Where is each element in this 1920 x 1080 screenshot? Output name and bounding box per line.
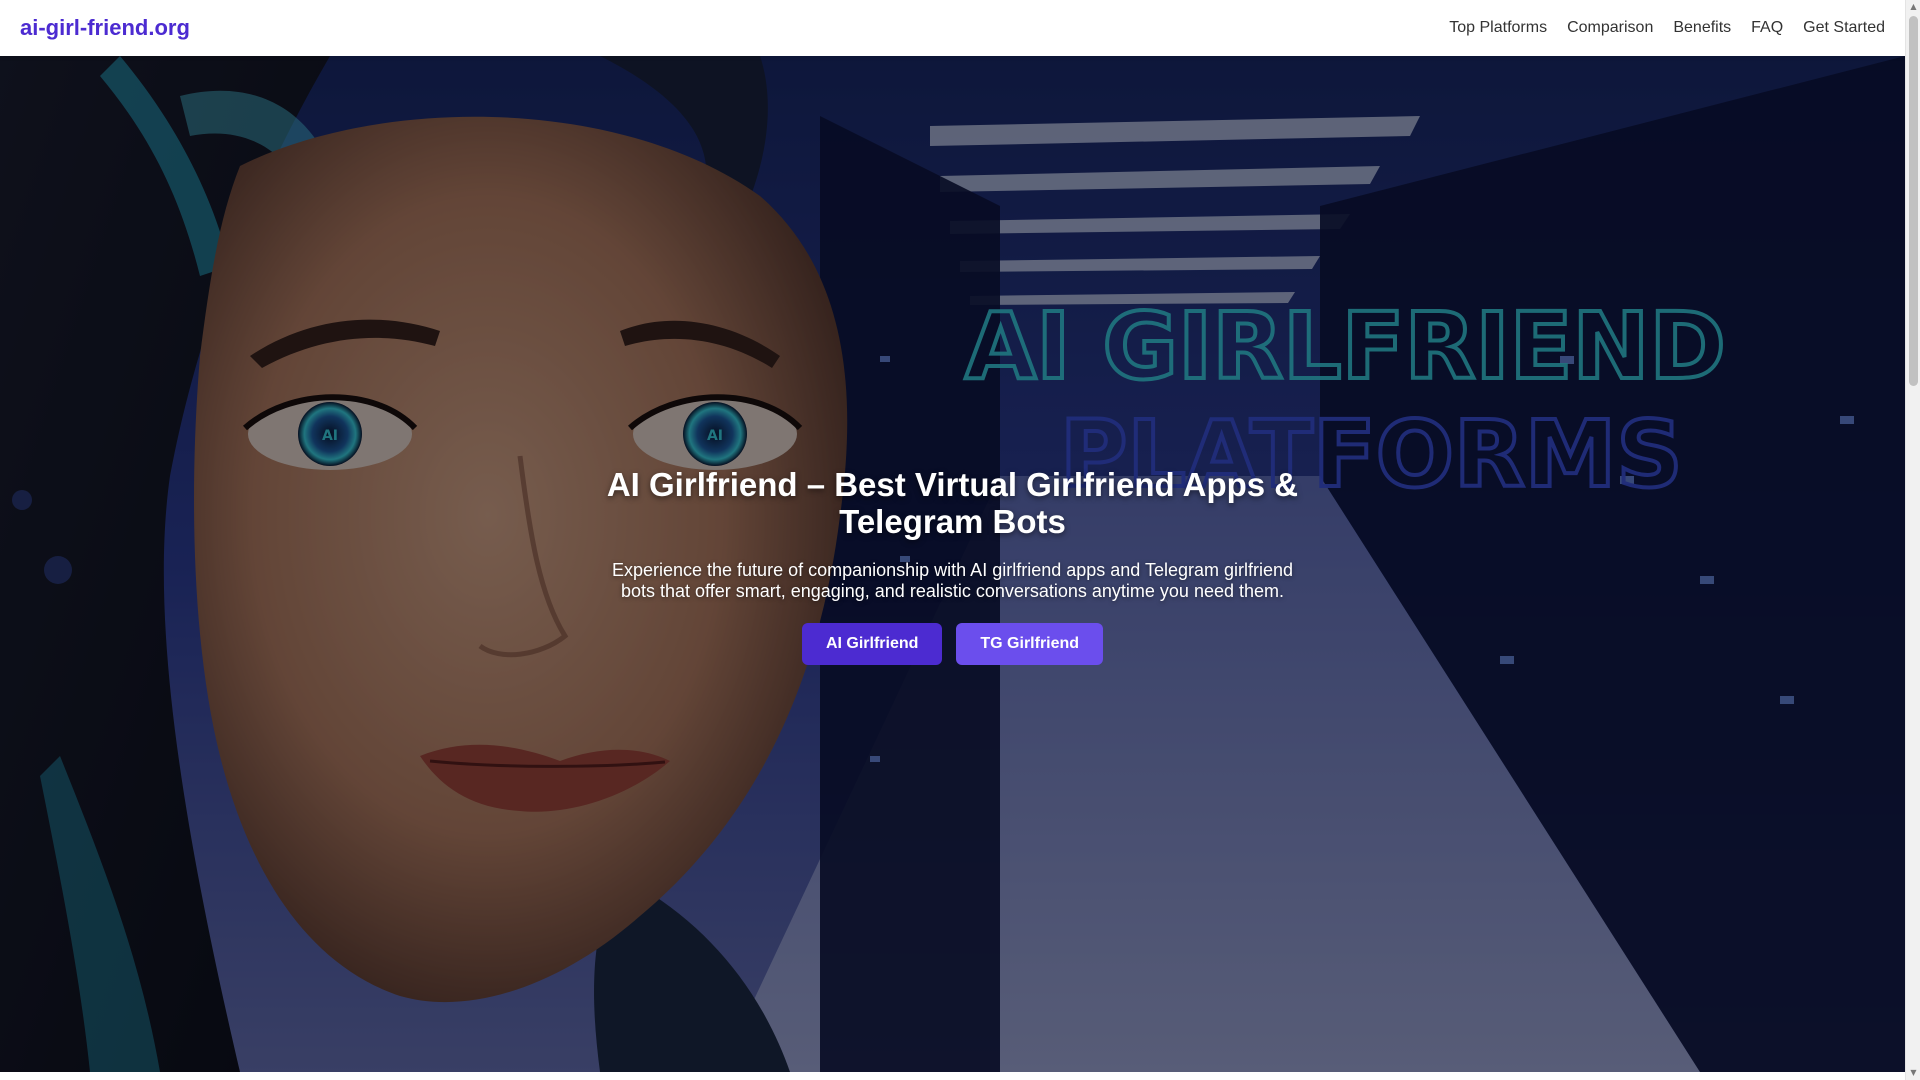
page: ai-girl-friend.org Top Platforms Compari… xyxy=(0,0,1905,1080)
hero-section: AI GIRLFRIEND PLATFORMS AI AI AI Girlfri… xyxy=(0,56,1905,1072)
nav-link-get-started[interactable]: Get Started xyxy=(1803,19,1885,37)
chevron-down-icon[interactable]: ▼ xyxy=(1906,1066,1920,1080)
vertical-scrollbar[interactable]: ▲ ▼ xyxy=(1905,0,1920,1080)
site-logo-link[interactable]: ai-girl-friend.org xyxy=(20,15,190,41)
site-header: ai-girl-friend.org Top Platforms Compari… xyxy=(0,0,1905,56)
hero-subtitle: Experience the future of companionship w… xyxy=(611,560,1294,601)
nav-link-top-platforms[interactable]: Top Platforms xyxy=(1449,19,1547,37)
main-nav: Top Platforms Comparison Benefits FAQ Ge… xyxy=(1449,19,1885,37)
nav-link-benefits[interactable]: Benefits xyxy=(1673,19,1731,37)
hero-content: AI Girlfriend – Best Virtual Girlfriend … xyxy=(0,466,1905,665)
nav-link-comparison[interactable]: Comparison xyxy=(1567,19,1653,37)
hero-button-group: AI Girlfriend TG Girlfriend xyxy=(801,623,1104,665)
hero-title: AI Girlfriend – Best Virtual Girlfriend … xyxy=(606,466,1299,540)
ai-girlfriend-button[interactable]: AI Girlfriend xyxy=(801,623,943,665)
nav-link-faq[interactable]: FAQ xyxy=(1751,19,1783,37)
scrollbar-thumb[interactable] xyxy=(1909,16,1918,386)
chevron-up-icon[interactable]: ▲ xyxy=(1906,0,1920,14)
tg-girlfriend-button[interactable]: TG Girlfriend xyxy=(956,623,1104,665)
